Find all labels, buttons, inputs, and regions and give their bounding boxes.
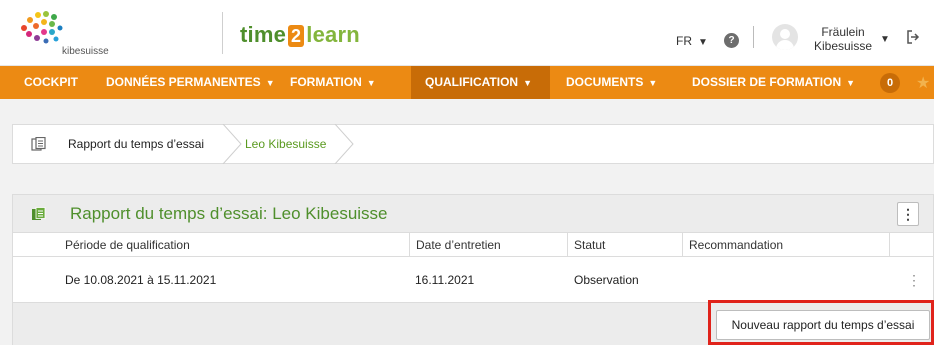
logout-icon[interactable] [906,30,920,47]
breadcrumb-end-icon [334,124,354,164]
nav-label: COCKPIT [24,75,78,89]
avatar-head [780,29,790,39]
chevron-down-icon: ▼ [648,78,658,88]
nav-item-documents[interactable]: DOCUMENTS ▼ [566,66,657,99]
star-icon[interactable]: ★ [916,73,930,93]
nav-label: DOSSIER DE FORMATION [692,75,842,89]
notification-badge[interactable]: 0 [880,73,900,93]
help-icon[interactable]: ? [724,33,739,48]
column-header-status[interactable]: Statut [567,233,681,257]
logout-svg [907,30,920,44]
table-row[interactable]: De 10.08.2021 à 15.11.2021 16.11.2021 Ob… [13,257,933,303]
brand-two: 2 [288,25,305,47]
main-nav: COCKPIT DONNÉES PERMANENTES ▼ FORMATION ▼ … [0,66,934,99]
time2learn-brand: time 2 learn [240,22,360,48]
kebab-icon: ⋮ [901,206,915,222]
nav-label: FORMATION [290,75,362,89]
column-header-date[interactable]: Date d’entretien [409,233,566,257]
documents-icon [31,137,46,151]
row-menu-kebab-icon[interactable]: ⋮ [907,270,921,290]
cell-date: 16.11.2021 [415,273,475,287]
nav-item-dossier-de-formation[interactable]: DOSSIER DE FORMATION ▼ [692,66,855,99]
top-header: kibesuisse time 2 learn FR ▼ ? Fräulein Kib… [0,0,934,66]
column-header-period[interactable]: Période de qualification [59,233,408,257]
panel-title: Rapport du temps d’essai: Leo Kibesuisse [70,204,388,223]
user-name[interactable]: Fräulein Kibesuisse [808,25,878,53]
documents-icon [32,207,46,220]
header-divider [222,12,223,54]
nav-item-cockpit[interactable]: COCKPIT [24,66,78,99]
avatar-body [776,40,794,50]
chevron-down-icon: ▼ [265,78,275,88]
nav-item-qualification[interactable]: QUALIFICATION ▼ [411,66,550,99]
column-header-recommendation[interactable]: Recommandation [682,233,888,257]
logo-text: kibesuisse [62,46,109,57]
user-name-line2: Kibesuisse [813,39,873,53]
language-label: FR [676,34,692,48]
highlight-annotation [708,300,934,345]
nav-item-donnees-permanentes[interactable]: DONNÉES PERMANENTES ▼ [106,66,275,99]
chevron-down-icon: ▼ [523,78,533,88]
brand-time: time [240,22,287,47]
cell-period: De 10.08.2021 à 15.11.2021 [65,273,217,287]
column-header-actions [889,233,934,257]
chevron-down-icon: ▼ [698,37,708,48]
breadcrumb-separator-icon [222,124,242,164]
nav-label: DOCUMENTS [566,75,644,89]
header-separator [753,26,754,48]
cell-status: Observation [574,273,639,287]
nav-item-formation[interactable]: FORMATION ▼ [290,66,376,99]
language-select[interactable]: FR ▼ [676,34,708,48]
logo-dots-icon [21,11,63,44]
chevron-down-icon: ▼ [846,78,856,88]
user-menu-chevron-icon[interactable]: ▼ [880,34,890,45]
panel-menu-button[interactable]: ⋮ [897,202,919,226]
kibesuisse-logo[interactable]: kibesuisse [16,8,136,60]
user-name-line1: Fräulein [821,25,865,39]
breadcrumb-item-person[interactable]: Leo Kibesuisse [245,137,326,151]
breadcrumb: Rapport du temps d’essai Leo Kibesuisse [12,124,934,164]
panel-header: Rapport du temps d’essai: Leo Kibesuisse… [13,195,933,233]
chevron-down-icon: ▼ [366,78,376,88]
brand-learn: learn [306,22,360,47]
nav-label: DONNÉES PERMANENTES [106,75,261,89]
table-header: Période de qualification Date d’entretie… [13,233,933,257]
breadcrumb-item-report[interactable]: Rapport du temps d’essai [68,137,204,151]
nav-label: QUALIFICATION [425,75,519,89]
avatar[interactable] [772,24,798,50]
